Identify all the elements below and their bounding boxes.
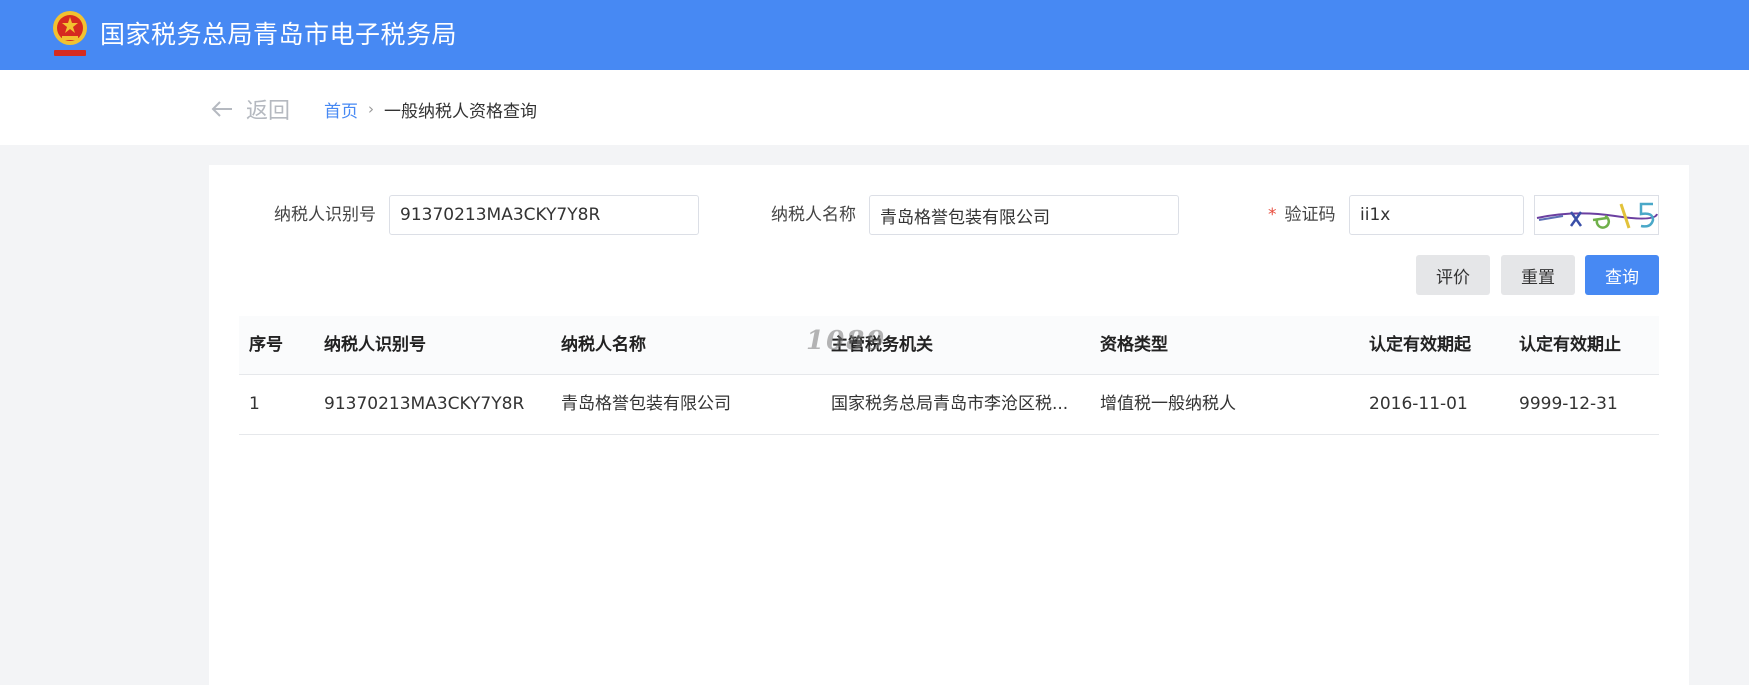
query-button[interactable]: 查询	[1585, 255, 1659, 295]
column-header-valid-from: 认定有效期起	[1369, 335, 1471, 355]
top-header: 国家税务总局青岛市电子税务局	[0, 0, 1749, 70]
captcha-label: * 验证码	[1268, 195, 1336, 235]
cell-taxpayer-id: 91370213MA3CKY7Y8R	[324, 394, 525, 414]
cell-index: 1	[249, 394, 260, 414]
taxpayer-id-input[interactable]	[389, 195, 699, 235]
cell-qualification-type: 增值税一般纳税人	[1100, 394, 1236, 414]
captcha-image[interactable]	[1534, 195, 1659, 235]
site-title: 国家税务总局青岛市电子税务局	[100, 20, 458, 49]
breadcrumb-separator: ›	[368, 100, 374, 118]
arrow-left-icon	[211, 101, 232, 117]
column-header-valid-to: 认定有效期止	[1519, 335, 1621, 355]
column-header-tax-authority: 主管税务机关	[831, 335, 933, 355]
table-row[interactable]: 1 91370213MA3CKY7Y8R 青岛格誉包装有限公司 国家税务总局青岛…	[239, 375, 1659, 435]
captcha-label-text: 验证码	[1284, 205, 1336, 225]
taxpayer-name-label: 纳税人名称	[771, 205, 856, 225]
column-header-qualification-type: 资格类型	[1100, 335, 1168, 355]
column-header-index: 序号	[249, 335, 283, 355]
reset-button[interactable]: 重置	[1501, 255, 1575, 295]
back-button[interactable]: 返回	[210, 92, 290, 126]
cell-taxpayer-name: 青岛格誉包装有限公司	[561, 394, 731, 414]
national-emblem-icon	[53, 11, 87, 56]
breadcrumb-home-link[interactable]: 首页	[324, 97, 358, 122]
taxpayer-name-input[interactable]	[869, 195, 1179, 235]
evaluate-button[interactable]: 评价	[1416, 255, 1490, 295]
captcha-glyphs-icon	[1536, 202, 1658, 229]
captcha-input[interactable]	[1349, 195, 1524, 235]
cell-valid-to: 9999-12-31	[1519, 394, 1618, 414]
cell-valid-from: 2016-11-01	[1369, 394, 1468, 414]
taxpayer-id-label: 纳税人识别号	[274, 205, 376, 225]
table-header: 序号 纳税人识别号 纳税人名称 主管税务机关 资格类型 认定有效期起 认定有效期…	[239, 316, 1659, 375]
back-label: 返回	[246, 99, 291, 124]
breadcrumb-current: 一般纳税人资格查询	[384, 101, 537, 122]
breadcrumb: 首页 › 一般纳税人资格查询	[324, 96, 537, 122]
cell-tax-authority: 国家税务总局青岛市李沧区税...	[831, 394, 1069, 414]
column-header-taxpayer-id: 纳税人识别号	[324, 335, 426, 355]
column-header-taxpayer-name: 纳税人名称	[561, 335, 646, 355]
required-mark: *	[1268, 205, 1277, 225]
